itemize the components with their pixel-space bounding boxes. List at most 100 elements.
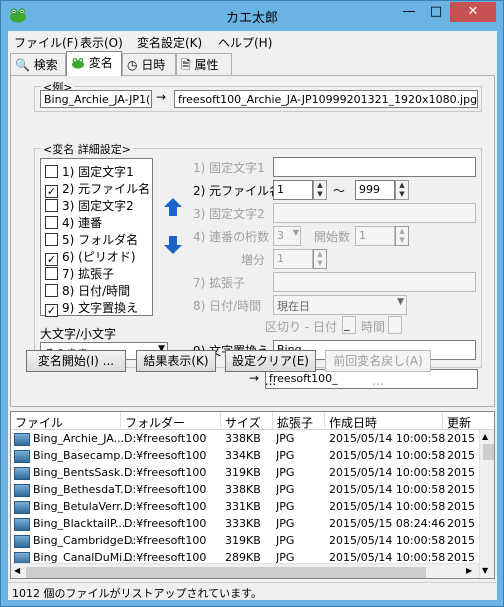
move-up-icon[interactable] [162,196,184,218]
start-label: 開始数 [314,230,351,244]
app-window: カエ太郎 — □ ✕ ファイル(F) 表示(O) 変名設定(K) ヘルプ(H) … [0,0,504,607]
datetime-select[interactable]: 現在日 ▼ [273,295,407,315]
option-folder-name[interactable]: 5) フォルダ名 [45,231,138,248]
option-fixed2[interactable]: 3) 固定文字2 [45,197,134,214]
scroll-thumb[interactable] [483,444,494,460]
start-input[interactable]: 1 [355,226,395,246]
separator-date-input[interactable]: _ [342,316,356,334]
table-cell: 2015 [447,466,475,479]
option-serial[interactable]: 4) 連番 [45,214,102,231]
move-down-icon[interactable] [162,234,184,256]
show-result-button[interactable]: 結果表示(K) [136,350,216,372]
checkbox[interactable] [45,216,58,229]
original-from-spinner[interactable]: ▲ ▼ [313,180,327,200]
tab-attributes-label: 属性 [194,58,219,72]
table-cell: 2015 [447,432,475,445]
image-file-icon [14,450,30,463]
table-cell: D:¥freesoft100 [124,449,207,462]
vertical-scrollbar[interactable]: ▲ ▼ [479,430,494,578]
option-datetime[interactable]: 8) 日付/時間 [45,282,130,299]
checkbox[interactable] [45,233,58,246]
tab-attributes[interactable]: 🗎 属性 [176,53,232,75]
separator-time-input[interactable] [388,316,402,334]
menu-view[interactable]: 表示(O) [80,34,123,51]
details-group: <変名 詳細設定> 1) 固定文字1 ✓ 2) 元ファイル名 3) 固定文字2 4… [34,141,482,368]
option-replace[interactable]: ✓ 9) 文字置換え [45,299,138,317]
table-row[interactable]: Bing_Cambridge... D:¥freesoft100 319KB JPG 2… [11,533,481,550]
checkbox[interactable] [45,165,58,178]
column-file[interactable]: ファイル [11,412,121,430]
table-cell: D:¥freesoft100 [124,534,207,547]
column-size[interactable]: サイズ [221,412,273,430]
horizontal-scrollbar[interactable]: ◀ ▶ [11,563,479,578]
file-list-header: ファイル フォルダー サイズ 拡張子 作成日時 更新 [11,412,494,430]
option-period[interactable]: ✓ 6) (ピリオド) [45,248,136,266]
clear-settings-button[interactable]: 設定クリア(E) ... [225,350,316,388]
magnifier-icon: 🔍 [15,58,30,72]
start-rename-button[interactable]: 変名開始(I) ... [26,350,126,372]
image-file-icon [14,535,30,548]
options-list[interactable]: 1) 固定文字1 ✓ 2) 元ファイル名 3) 固定文字2 4) 連番 5) フォ… [40,158,153,317]
table-cell: Bing_Cambridge... [33,534,134,547]
case-label: 大文字/小文字 [40,327,117,341]
details-group-label: <変名 詳細設定> [41,141,133,157]
scroll-right-icon[interactable]: ▶ [466,566,472,575]
tab-search[interactable]: 🔍 検索 [10,53,66,75]
separator-time-label: 時間 [361,320,386,334]
tab-rename[interactable]: 変名 [66,51,122,76]
minimize-button[interactable]: — [395,2,423,22]
option-extension[interactable]: 7) 拡張子 [45,265,114,282]
arrow-right-icon: → [156,90,167,104]
menu-rename-settings[interactable]: 変名設定(K) [137,34,202,51]
checkbox[interactable] [45,199,58,212]
scroll-up-icon[interactable]: ▲ [482,432,488,441]
table-row[interactable]: Bing_BlacktailP... D:¥freesoft100 333KB JPG… [11,516,481,533]
original-to-input[interactable]: 999 [355,180,395,200]
checkbox[interactable] [45,284,58,297]
datetime-label: 8) 日付/時間 [193,299,262,313]
option-fixed1[interactable]: 1) 固定文字1 [45,163,134,180]
table-cell: 338KB [225,483,261,496]
menu-file[interactable]: ファイル(F) [14,34,78,51]
fixed2-input[interactable] [273,203,476,223]
scroll-down-icon[interactable]: ▼ [482,566,488,575]
table-cell: JPG [276,534,295,547]
table-cell: 334KB [225,449,261,462]
checkbox[interactable] [45,267,58,280]
fixed1-input[interactable] [273,157,476,177]
menu-help[interactable]: ヘルプ(H) [218,34,272,51]
column-created[interactable]: 作成日時 [325,412,443,430]
example-group: <例> Bing_Archie_JA-JP1( → freesoft100_Ar… [34,79,482,112]
increment-spinner[interactable]: ▲ ▼ [313,249,327,269]
extension-input[interactable] [273,272,476,292]
digits-select[interactable]: 3 ▼ [273,226,301,246]
table-row[interactable]: Bing_Archie_JA... D:¥freesoft100 338KB JPG 2… [11,431,481,448]
title-bar[interactable]: カエ太郎 — □ ✕ [1,1,503,31]
scroll-thumb[interactable] [26,567,426,578]
table-row[interactable]: Bing_BetulaVerr... D:¥freesoft100 331KB JPG… [11,499,481,516]
table-cell: 2015/05/14 10:00:58 [329,466,446,479]
file-list[interactable]: ファイル フォルダー サイズ 拡張子 作成日時 更新 Bing_Archie_J… [10,411,495,579]
maximize-button[interactable]: □ [423,2,449,22]
tab-datetime[interactable]: ◷ 日時 [122,53,176,75]
original-from-input[interactable]: 1 [273,180,313,200]
column-extension[interactable]: 拡張子 [273,412,325,430]
start-spinner[interactable]: ▲ ▼ [395,226,409,246]
table-row[interactable]: Bing_Basecamp... D:¥freesoft100 334KB JPG 20… [11,448,481,465]
column-modified[interactable]: 更新 [443,412,494,430]
table-cell: 2015 [447,500,475,513]
increment-input[interactable]: 1 [273,249,313,269]
table-cell: 331KB [225,500,261,513]
chevron-down-icon: ▼ [397,297,404,307]
table-cell: Bing_Basecamp... [33,449,131,462]
original-to-spinner[interactable]: ▲ ▼ [395,180,409,200]
scroll-left-icon[interactable]: ◀ [14,566,20,575]
table-cell: 2015/05/14 10:00:58 [329,534,446,547]
column-folder[interactable]: フォルダー [121,412,221,430]
undo-rename-button[interactable]: 前回変名戻し(A) ... [325,350,431,388]
checkbox-checked[interactable]: ✓ [45,304,58,317]
table-row[interactable]: Bing_BentsSask... D:¥freesoft100 319KB JPG 2… [11,465,481,482]
table-row[interactable]: Bing_BethesdaT... D:¥freesoft100 338KB JPG 2… [11,482,481,499]
close-button[interactable]: ✕ [450,2,496,22]
option-original-name[interactable]: ✓ 2) 元ファイル名 [45,180,150,198]
